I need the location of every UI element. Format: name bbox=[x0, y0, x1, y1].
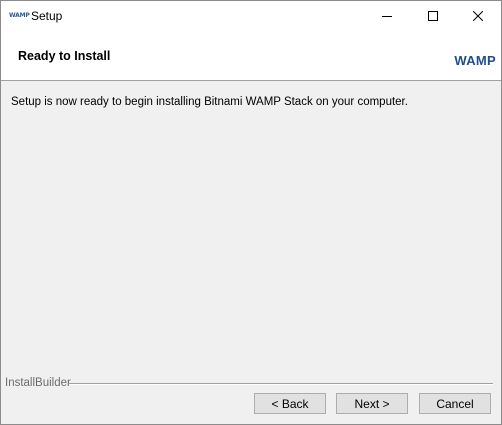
title-bar[interactable]: WAMP Setup bbox=[1, 1, 501, 32]
close-button[interactable] bbox=[455, 1, 501, 31]
ready-message: Setup is now ready to begin installing B… bbox=[11, 96, 408, 108]
setup-window: WAMP Setup Ready to Install WAMP Setup i… bbox=[0, 0, 502, 425]
next-button[interactable]: Next > bbox=[336, 393, 408, 414]
cancel-button[interactable]: Cancel bbox=[419, 393, 491, 414]
maximize-icon bbox=[428, 11, 438, 21]
page-header: Ready to Install WAMP bbox=[1, 32, 501, 81]
close-icon bbox=[473, 11, 483, 21]
footer-divider-highlight bbox=[69, 384, 493, 385]
back-button[interactable]: < Back bbox=[254, 393, 326, 414]
minimize-button[interactable] bbox=[364, 1, 410, 31]
content-area: Setup is now ready to begin installing B… bbox=[1, 82, 501, 377]
maximize-button[interactable] bbox=[410, 1, 456, 31]
app-icon: WAMP bbox=[9, 12, 30, 19]
window-title: Setup bbox=[31, 9, 63, 23]
page-title: Ready to Install bbox=[18, 49, 111, 63]
wamp-logo: WAMP bbox=[454, 53, 496, 68]
installbuilder-brand: InstallBuilder bbox=[5, 377, 71, 389]
minimize-icon bbox=[382, 16, 392, 17]
